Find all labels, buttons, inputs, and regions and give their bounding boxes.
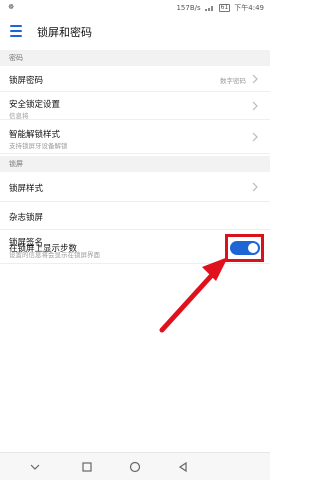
battery-icon: 61 (218, 4, 231, 12)
row-magazine-lock[interactable]: 杂志锁屏 (0, 202, 270, 230)
row-title: 安全锁定设置 (9, 100, 61, 110)
row-smart-unlock[interactable]: 智能解锁样式 支持锁屏牙设备解锁 (0, 120, 270, 154)
section-header-lockscreen: 锁屏 (0, 156, 270, 172)
row-title: 在锁屏上显示步数 (9, 244, 78, 254)
menu-icon[interactable] (10, 25, 22, 37)
status-time: 下午4:49 (234, 4, 264, 12)
row-security-lock[interactable]: 安全锁定设置 信息将 (0, 92, 270, 120)
chevron-right-icon (252, 182, 258, 192)
dropdown-icon[interactable] (28, 460, 42, 474)
row-value: 数字密码 (220, 77, 246, 85)
row-title: 智能解锁样式 (9, 130, 61, 140)
annotation-arrow-icon (159, 257, 228, 333)
chevron-right-icon (252, 101, 258, 111)
circle-icon[interactable] (128, 460, 142, 474)
status-bar: ☸ 157B/s 61 下午4:49 (0, 0, 270, 14)
row-title: 锁屏密码 (9, 76, 44, 86)
row-title: 杂志锁屏 (9, 213, 44, 223)
status-right: 157B/s 61 下午4:49 (176, 3, 264, 13)
back-triangle-icon[interactable] (176, 460, 190, 474)
row-lock-password[interactable]: 锁屏密码 数字密码 (0, 66, 270, 92)
chevron-right-icon (252, 132, 258, 142)
navigation-bar (0, 452, 270, 480)
network-speed: 157B/s (176, 4, 201, 12)
signal-icon (204, 5, 215, 11)
section-header-password: 密码 (0, 50, 270, 66)
row-lock-style[interactable]: 锁屏样式 (0, 172, 270, 202)
row-title: 锁屏样式 (9, 184, 44, 194)
row-subtitle: 支持锁屏牙设备解锁 (9, 142, 68, 150)
square-icon[interactable] (80, 460, 94, 474)
row-subtitle: 信息将 (9, 112, 29, 120)
notification-icon: ☸ (8, 3, 15, 11)
page-title: 锁屏和密码 (37, 26, 92, 39)
app-bar: 锁屏和密码 (0, 14, 270, 50)
chevron-right-icon (252, 74, 258, 84)
